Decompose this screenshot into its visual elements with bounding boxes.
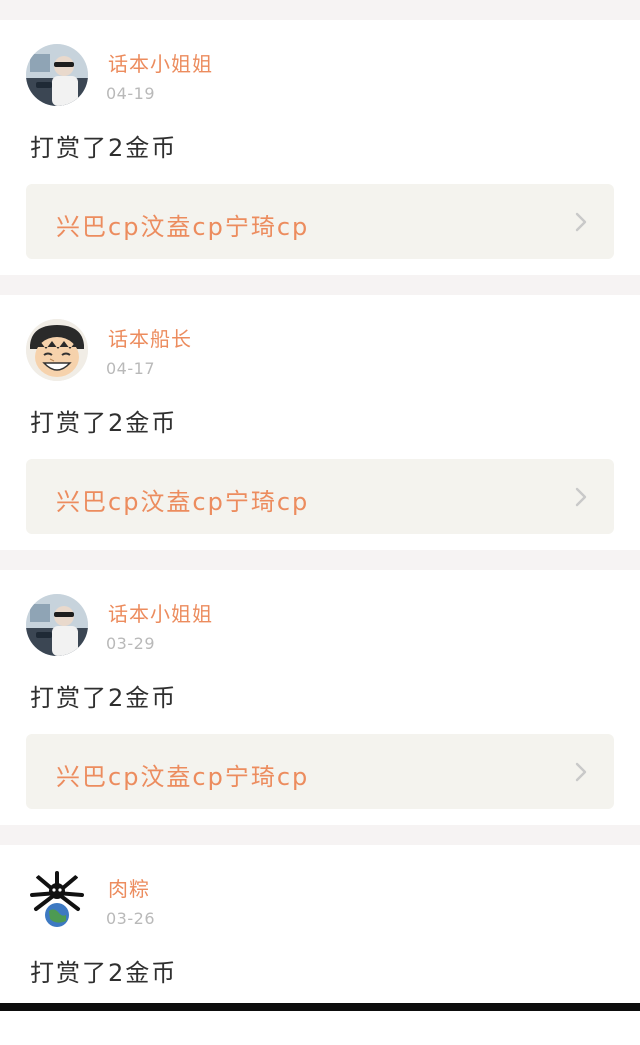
reward-post: 话本小姐姐 04-19 打赏了2金币 兴巴cp汶盍cp宁琦cp bbox=[0, 20, 640, 275]
avatar[interactable] bbox=[26, 319, 88, 381]
reward-message: 打赏了2金币 bbox=[30, 409, 178, 437]
person-car-avatar-icon bbox=[26, 594, 88, 656]
chevron-right-icon bbox=[574, 487, 588, 507]
post-date: 04-19 bbox=[106, 84, 155, 103]
post-date: 04-17 bbox=[106, 359, 155, 378]
author-name[interactable]: 话本船长 bbox=[108, 323, 192, 352]
earth-mascot-avatar-icon bbox=[26, 869, 88, 931]
avatar[interactable] bbox=[26, 869, 88, 931]
post-date: 03-29 bbox=[106, 634, 155, 653]
author-name[interactable]: 话本小姐姐 bbox=[108, 48, 213, 77]
person-car-avatar-icon bbox=[26, 44, 88, 106]
reward-post: 话本船长 04-17 打赏了2金币 兴巴cp汶盍cp宁琦cp bbox=[0, 295, 640, 550]
chevron-right-icon bbox=[574, 762, 588, 782]
chevron-right-icon bbox=[574, 212, 588, 232]
reward-post: 肉粽 03-26 打赏了2金币 bbox=[0, 845, 640, 1045]
post-date: 03-26 bbox=[106, 909, 155, 928]
separator bbox=[0, 825, 640, 845]
linked-work-card[interactable]: 兴巴cp汶盍cp宁琦cp bbox=[26, 459, 614, 534]
linked-work-title: 兴巴cp汶盍cp宁琦cp bbox=[56, 213, 310, 241]
cartoon-boy-avatar-icon bbox=[26, 319, 88, 381]
linked-work-card[interactable]: 兴巴cp汶盍cp宁琦cp bbox=[26, 734, 614, 809]
separator bbox=[0, 550, 640, 570]
reward-message: 打赏了2金币 bbox=[30, 134, 178, 162]
separator bbox=[0, 275, 640, 295]
reward-message: 打赏了2金币 bbox=[30, 959, 178, 987]
bottom-edge-bar bbox=[0, 1003, 640, 1011]
linked-work-title: 兴巴cp汶盍cp宁琦cp bbox=[56, 488, 310, 516]
author-name[interactable]: 话本小姐姐 bbox=[108, 598, 213, 627]
avatar[interactable] bbox=[26, 44, 88, 106]
reward-post: 话本小姐姐 03-29 打赏了2金币 兴巴cp汶盍cp宁琦cp bbox=[0, 570, 640, 825]
avatar[interactable] bbox=[26, 594, 88, 656]
reward-feed: 话本小姐姐 04-19 打赏了2金币 兴巴cp汶盍cp宁琦cp 话本船长 04-… bbox=[0, 0, 640, 1045]
linked-work-card[interactable]: 兴巴cp汶盍cp宁琦cp bbox=[26, 184, 614, 259]
linked-work-title: 兴巴cp汶盍cp宁琦cp bbox=[56, 763, 310, 791]
reward-message: 打赏了2金币 bbox=[30, 684, 178, 712]
separator bbox=[0, 0, 640, 20]
author-name[interactable]: 肉粽 bbox=[108, 873, 150, 902]
